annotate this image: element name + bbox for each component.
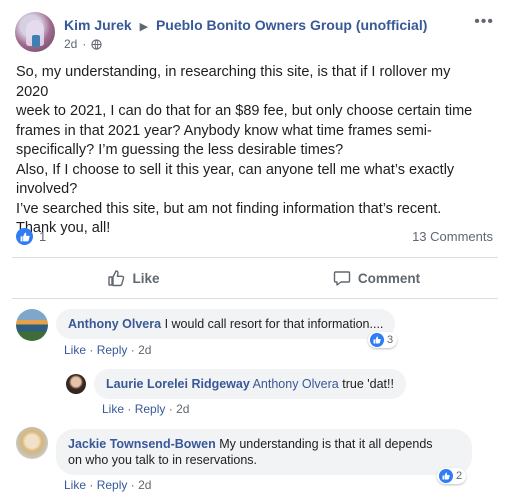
action-bar: Like Comment [12, 262, 498, 294]
like-button[interactable]: Like [12, 262, 255, 294]
comment-button[interactable]: Comment [255, 262, 498, 294]
divider [12, 298, 498, 299]
comment-timestamp[interactable]: 2d [176, 402, 189, 416]
post-line: Also, If I choose to sell it this year, … [16, 161, 455, 178]
arrow-right-icon: ▶ [139, 21, 149, 33]
comment-like-link[interactable]: Like [64, 478, 86, 492]
comment-reaction-count: 2 [456, 470, 463, 482]
reaction-summary[interactable]: 1 [16, 228, 46, 245]
post-line: week to 2021, I can do that for an $89 f… [16, 103, 473, 119]
comment-timestamp[interactable]: 2d [138, 478, 151, 492]
post-line: I’ve searched this site, but am not find… [16, 200, 442, 217]
commenter-avatar[interactable] [16, 427, 48, 459]
post-header: Kim Jurek ▶ Pueblo Bonito Owners Group (… [64, 17, 427, 33]
commenter-avatar[interactable] [16, 309, 48, 341]
post-meta: 2d · [64, 37, 102, 51]
comment-actions: Like · Reply · 2d [102, 402, 189, 416]
thumbs-up-icon [108, 270, 125, 287]
comment-reply-link[interactable]: Reply [135, 402, 166, 416]
more-icon[interactable]: ••• [474, 13, 494, 31]
globe-icon [91, 38, 102, 50]
like-button-label: Like [132, 270, 160, 286]
comment-bubble: Jackie Townsend-Bowen My understanding i… [56, 429, 472, 475]
post-line: specifically? I’m guessing the less desi… [16, 142, 344, 158]
comment-actions: Like · Reply · 2d [64, 478, 151, 492]
comment-text: true 'dat!! [342, 377, 394, 391]
separator: · [130, 478, 135, 492]
post-body: So, my understanding, in researching thi… [16, 63, 486, 239]
comment-bubble: Anthony Olvera I would call resort for t… [56, 309, 396, 339]
comment-author[interactable]: Jackie Townsend-Bowen [68, 437, 216, 451]
comment-text: My understanding is that it all depends [219, 437, 433, 451]
comment-reactions[interactable]: 3 [368, 332, 398, 348]
comment-reaction-count: 3 [387, 334, 394, 346]
comment-like-link[interactable]: Like [102, 402, 124, 416]
comment-author[interactable]: Anthony Olvera [68, 317, 161, 331]
comment-reply-link[interactable]: Reply [97, 478, 128, 492]
author-name[interactable]: Kim Jurek [64, 17, 132, 33]
post-line: frames in that 2021 year? Anybody know w… [16, 122, 432, 139]
separator: · [89, 343, 94, 357]
post-line: involved? [16, 181, 78, 197]
divider [12, 257, 498, 258]
group-post: Kim Jurek ▶ Pueblo Bonito Owners Group (… [0, 0, 510, 504]
comment-timestamp[interactable]: 2d [138, 343, 151, 357]
comment-like-link[interactable]: Like [64, 343, 86, 357]
comment-button-label: Comment [357, 270, 421, 286]
comment-text: I would call resort for that information… [164, 317, 384, 331]
comment-bubble: Laurie Lorelei Ridgeway Anthony Olvera t… [94, 369, 406, 399]
comment-actions: Like · Reply · 2d [64, 343, 151, 357]
author-avatar[interactable] [15, 12, 55, 52]
group-name[interactable]: Pueblo Bonito Owners Group (unofficial) [156, 17, 427, 33]
comment-reactions[interactable]: 2 [437, 468, 467, 484]
like-count: 1 [39, 229, 47, 244]
separator: · [168, 402, 173, 416]
like-reaction-icon [16, 228, 33, 245]
comment-mention[interactable]: Anthony Olvera [253, 377, 339, 391]
post-line: So, my understanding, in researching thi… [16, 64, 451, 100]
commenter-avatar[interactable] [66, 374, 86, 394]
like-reaction-icon [439, 469, 453, 483]
comment-text: on who you talk to in reservations. [68, 453, 257, 467]
comment-author[interactable]: Laurie Lorelei Ridgeway [106, 377, 250, 391]
post-timestamp[interactable]: 2d [64, 37, 77, 51]
separator: · [130, 343, 135, 357]
separator: · [127, 402, 132, 416]
comments-count-link[interactable]: 13 Comments [412, 229, 493, 244]
comment-reply-link[interactable]: Reply [97, 343, 128, 357]
comment-icon [333, 271, 351, 286]
like-reaction-icon [370, 333, 384, 347]
separator: · [89, 478, 94, 492]
separator: · [82, 37, 87, 51]
